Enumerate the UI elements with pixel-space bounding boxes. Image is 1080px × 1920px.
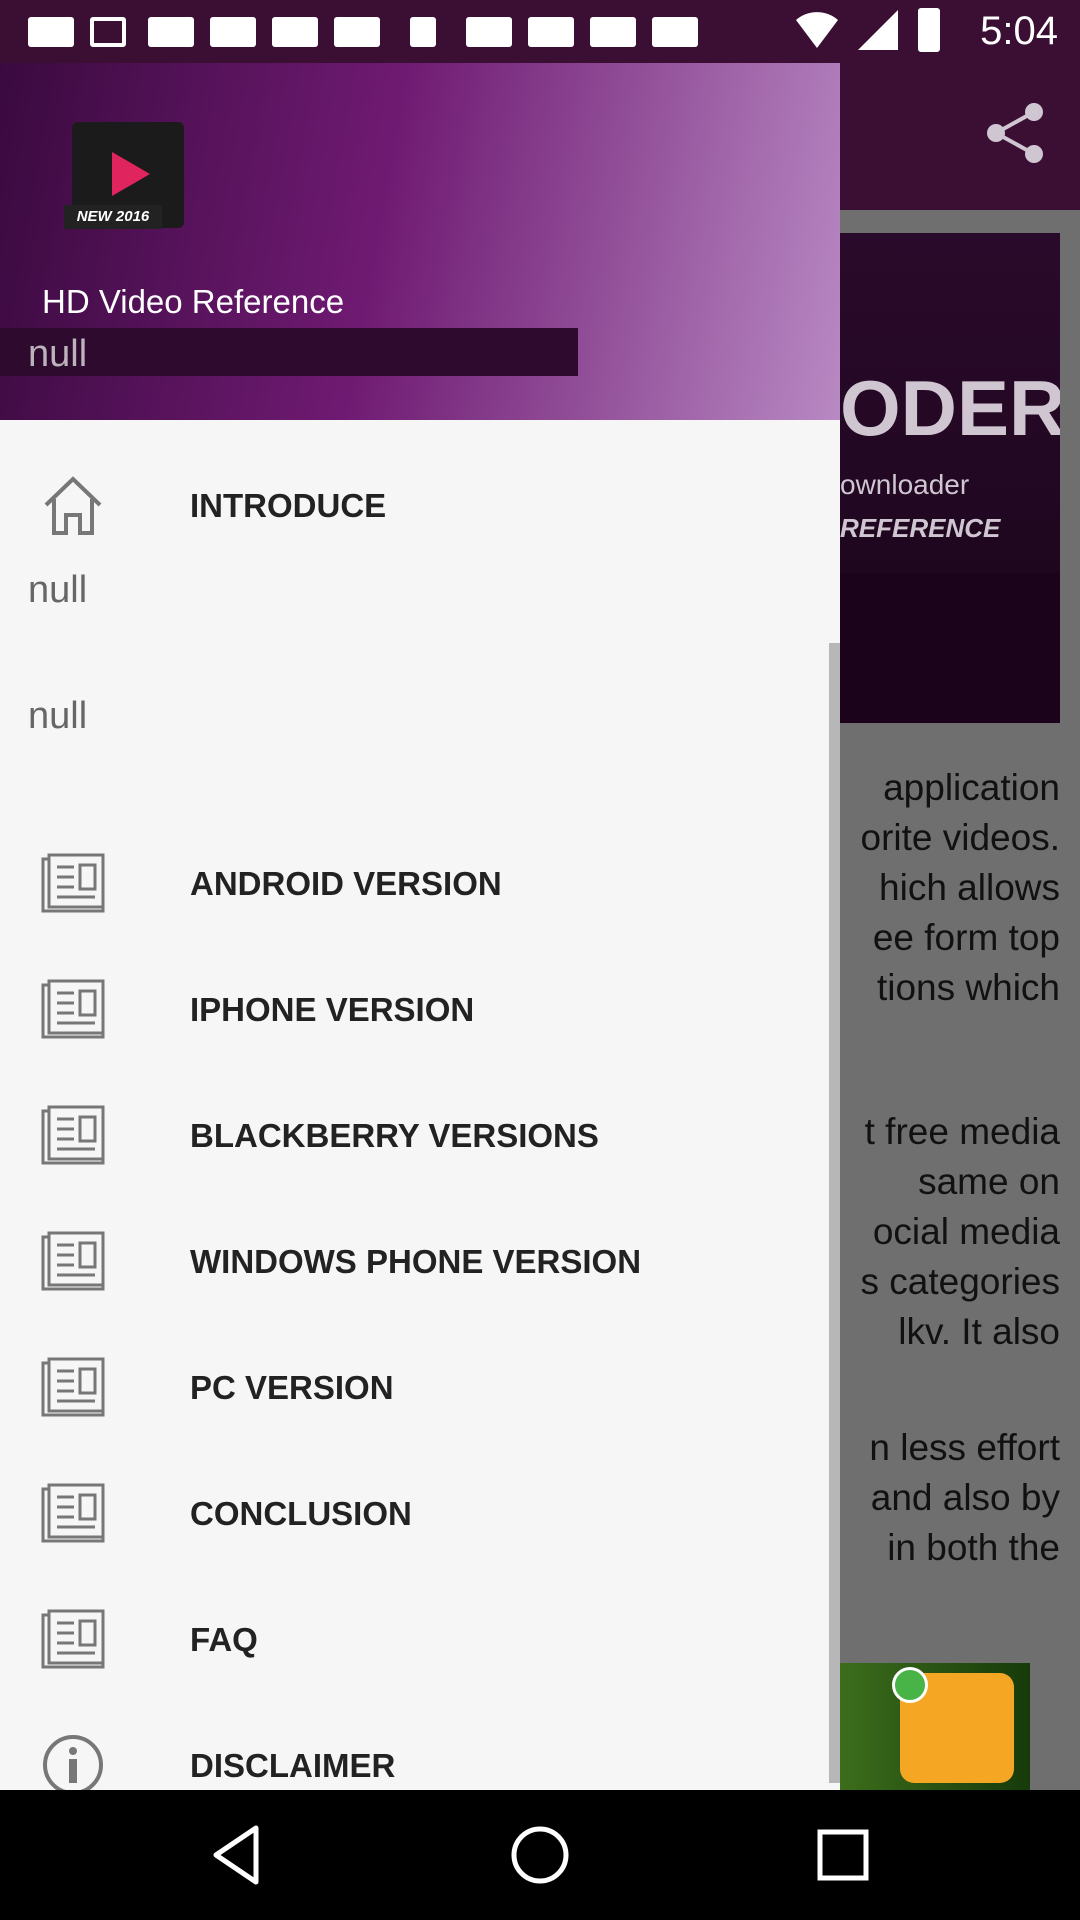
info-icon (43, 1735, 103, 1790)
nav-item-introduce[interactable]: INTRODUCE (0, 453, 840, 553)
nav-label: BLACKBERRY VERSIONS (190, 1117, 599, 1154)
nav-label: IPHONE VERSION (190, 991, 475, 1028)
nav-label: WINDOWS PHONE VERSION (190, 1243, 642, 1280)
nav-label: PC VERSION (190, 1369, 394, 1406)
article-text-line: lkv. It also (898, 1311, 1060, 1352)
microscope-icon (410, 17, 436, 47)
back-icon[interactable] (202, 1820, 272, 1890)
facebook-icon (90, 17, 126, 47)
banner-subtitle: REFERENCE (840, 513, 1001, 543)
banner-title: ODER (840, 364, 1060, 452)
nav-label: INTRODUCE (190, 487, 387, 524)
system-navigation-bar (0, 1790, 1080, 1920)
status-time: 5:04 (980, 9, 1058, 53)
document-icon (41, 1483, 105, 1543)
article-text-line: n less effort (869, 1427, 1060, 1468)
share-icon[interactable] (980, 98, 1050, 168)
nav-item-iphone-version[interactable]: IPHONE VERSION (0, 957, 840, 1057)
article-text-line: in both the (887, 1527, 1060, 1568)
nav-item-conclusion[interactable]: CONCLUSION (0, 1461, 840, 1561)
article-text-line: hich allows (879, 867, 1060, 908)
article-text-line: s categories (860, 1261, 1061, 1302)
nav-item-faq[interactable]: FAQ (0, 1587, 840, 1687)
article-text-line: same on (918, 1161, 1060, 1202)
wifi-icon (796, 12, 838, 48)
status-bar: 5:04 (0, 0, 1080, 63)
home-icon (44, 476, 102, 535)
document-icon (41, 1105, 105, 1165)
document-icon (41, 979, 105, 1039)
battery-icon (918, 8, 940, 52)
document-icon (41, 853, 105, 913)
nav-item-android-version[interactable]: ANDROID VERSION (0, 831, 840, 931)
drawer-header-title: HD Video Reference (42, 283, 345, 320)
article-paragraph: n less effort and also by in both the (840, 1423, 1060, 1573)
nav-label: CONCLUSION (190, 1495, 412, 1532)
nav-item-disclaimer[interactable]: DISCLAIMER (0, 1713, 840, 1790)
notification-icon (210, 17, 256, 47)
article-text-line: and also by (870, 1477, 1060, 1518)
drawer-header-subtitle: null (28, 333, 88, 375)
document-icon (41, 1231, 105, 1291)
notification-icon (590, 17, 636, 47)
recent-apps-icon[interactable] (808, 1820, 878, 1890)
home-button-icon[interactable] (505, 1820, 575, 1890)
navigation-drawer: NEW 2016 HD Video Reference null INTRODU… (0, 63, 840, 1790)
banner-subtitle: ownloader (840, 469, 970, 500)
null-label: null (28, 695, 88, 737)
document-icon (41, 1609, 105, 1669)
nav-label: ANDROID VERSION (190, 865, 502, 902)
article-text-line: ocial media (872, 1211, 1060, 1252)
signal-icon (858, 10, 898, 50)
notification-icon (528, 17, 574, 47)
app-banner-image: ODER ownloader REFERENCE (840, 233, 1060, 723)
banner-strip (840, 573, 1060, 723)
notification-icon (148, 17, 194, 47)
article-paragraph: t free media same on ocial media s categor… (840, 1107, 1061, 1357)
article-text-line: ee form top (872, 917, 1060, 958)
article-paragraph: application orite videos. hich allows ee fo… (840, 763, 1061, 1013)
article-text-line: application (883, 767, 1060, 808)
null-label: null (28, 569, 88, 611)
article-text-line: orite videos. (860, 817, 1061, 858)
nav-item-windows-phone-version[interactable]: WINDOWS PHONE VERSION (0, 1209, 840, 1309)
notification-icon (466, 17, 512, 47)
nav-item-pc-version[interactable]: PC VERSION (0, 1335, 840, 1435)
drawer-header: NEW 2016 HD Video Reference null (0, 63, 840, 420)
nav-item-blackberry-versions[interactable]: BLACKBERRY VERSIONS (0, 1083, 840, 1183)
logo-badge: NEW 2016 (64, 205, 162, 229)
article-text-line: t free media (864, 1111, 1060, 1152)
download-icon[interactable] (892, 1667, 928, 1703)
nav-label: DISCLAIMER (190, 1747, 396, 1784)
document-icon (41, 1357, 105, 1417)
drawer-scrollbar[interactable] (829, 643, 840, 1783)
notification-icon (652, 17, 698, 47)
notification-icon (272, 17, 318, 47)
notification-icon (334, 17, 380, 47)
ad-banner[interactable] (840, 1663, 1030, 1790)
article-text-line: tions which (876, 967, 1060, 1008)
message-icon (28, 17, 74, 47)
nav-label: FAQ (190, 1621, 258, 1658)
